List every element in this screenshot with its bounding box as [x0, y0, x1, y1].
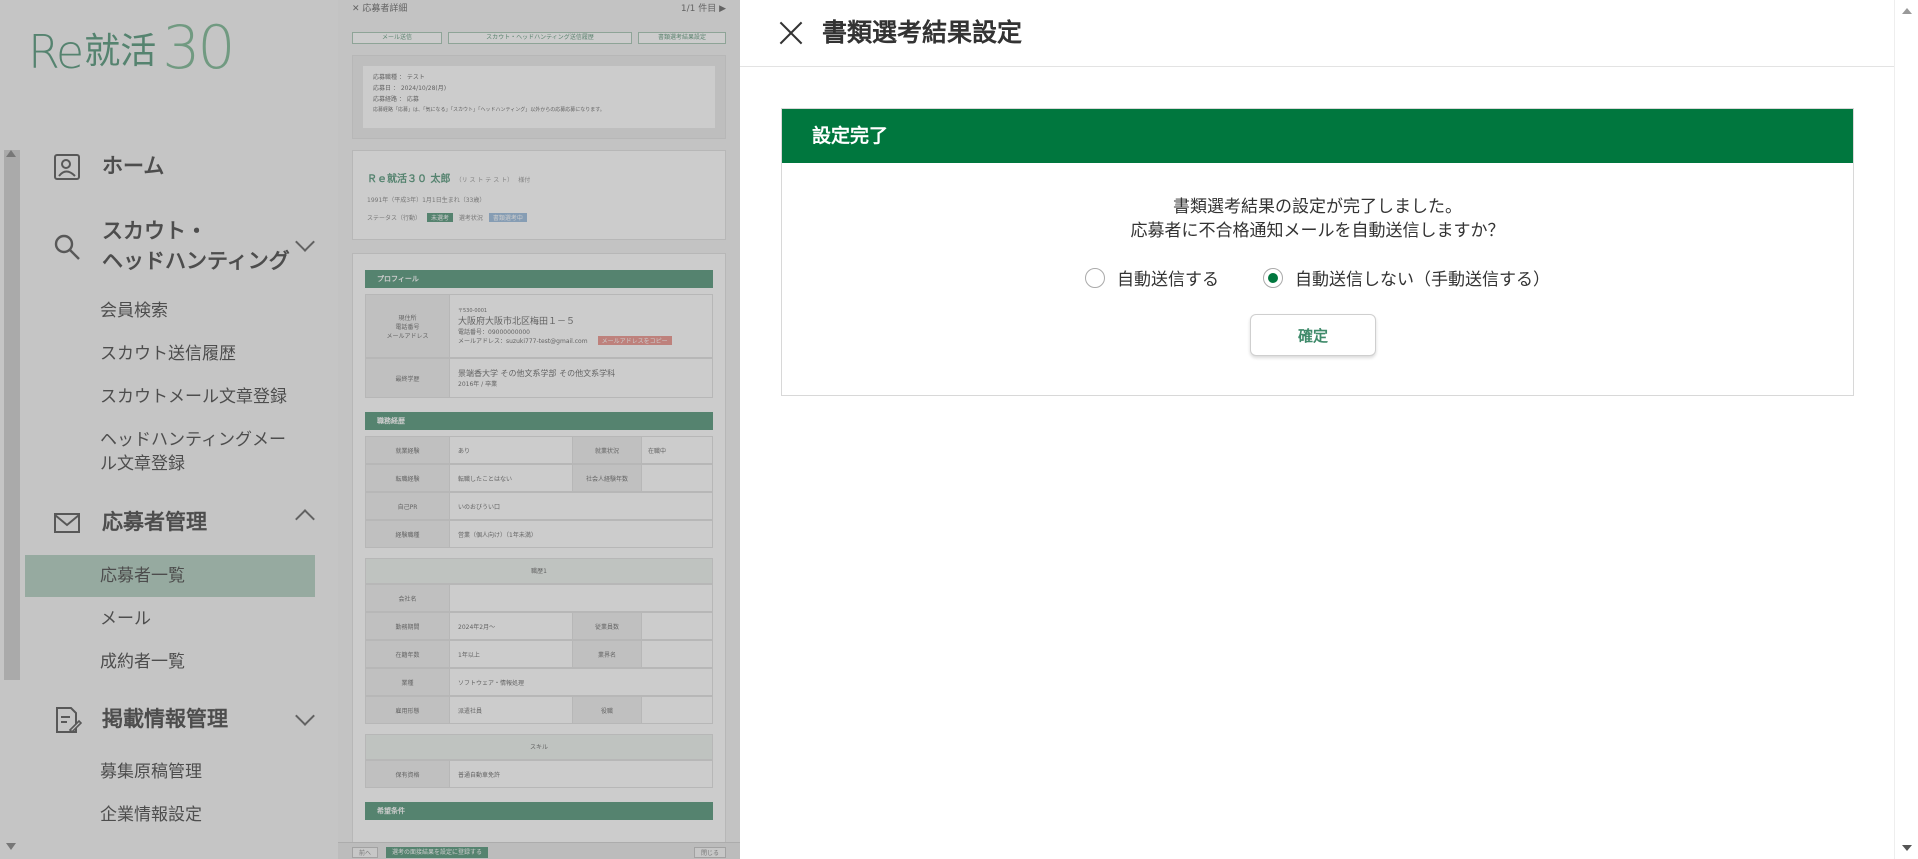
radio-auto-send[interactable]: 自動送信する — [1085, 265, 1219, 290]
radio-manual-send[interactable]: 自動送信しない（手動送信する） — [1263, 265, 1550, 290]
radio-label: 自動送信する — [1117, 270, 1219, 290]
message-line: 書類選考結果の設定が完了しました。 — [1173, 197, 1462, 217]
message-line: 応募者に不合格通知メールを自動送信しますか？ — [1130, 221, 1505, 241]
document-result-panel: 書類選考結果設定 設定完了 書類選考結果の設定が完了しました。 応募者に不合格通… — [740, 0, 1894, 859]
confirm-button[interactable]: 確定 — [1250, 314, 1376, 356]
card-title: 設定完了 — [782, 109, 1853, 163]
radio-circle-icon[interactable] — [1263, 267, 1283, 288]
send-option-group: 自動送信する 自動送信しない（手動送信する） — [782, 265, 1853, 290]
radio-circle-icon[interactable] — [1085, 267, 1105, 288]
completion-message: 書類選考結果の設定が完了しました。 応募者に不合格通知メールを自動送信しますか？ — [782, 195, 1853, 243]
modal-overlay[interactable] — [0, 0, 740, 859]
close-icon[interactable] — [778, 20, 804, 46]
completion-card: 設定完了 書類選考結果の設定が完了しました。 応募者に不合格通知メールを自動送信… — [781, 108, 1854, 396]
page-title: 書類選考結果設定 — [822, 18, 1023, 47]
panel-header: 書類選考結果設定 — [740, 0, 1894, 67]
scroll-up-icon[interactable] — [1902, 8, 1912, 14]
scroll-down-icon[interactable] — [1902, 845, 1912, 851]
page-scrollbar[interactable] — [1894, 0, 1918, 859]
radio-label: 自動送信しない（手動送信する） — [1295, 270, 1550, 290]
